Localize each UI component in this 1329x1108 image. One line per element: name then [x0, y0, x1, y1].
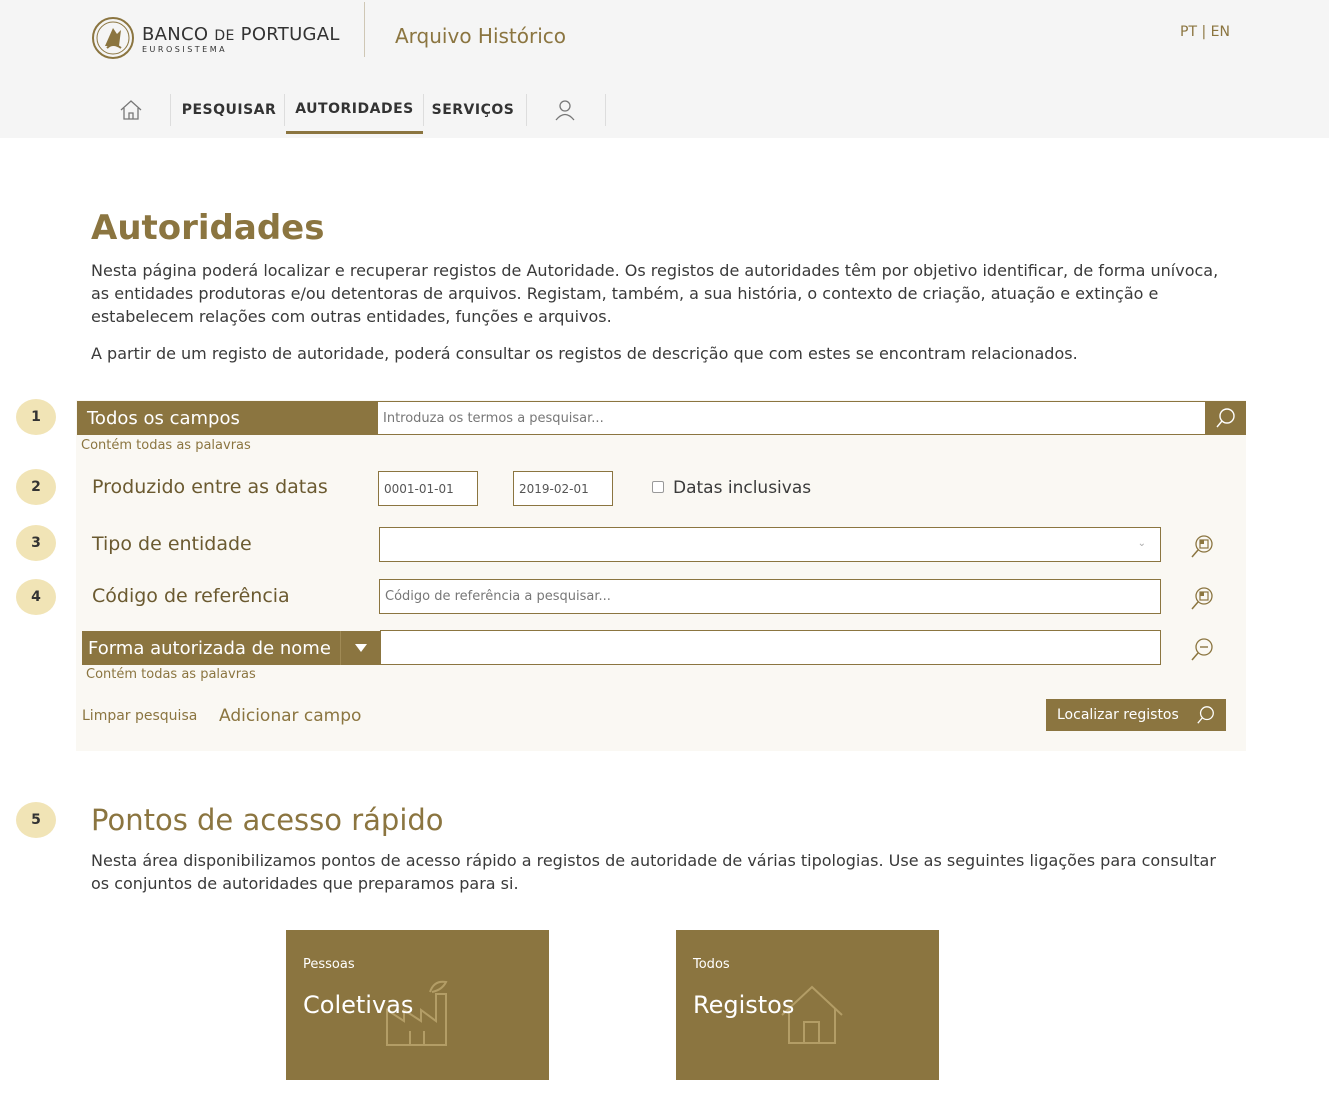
search-icon: [1197, 706, 1214, 724]
tile-todos-registos[interactable]: Todos Registos: [676, 930, 939, 1080]
header-divider: [364, 2, 365, 57]
clear-search-link[interactable]: Limpar pesquisa: [82, 708, 197, 724]
inclusive-dates-label: Datas inclusivas: [673, 478, 812, 498]
bank-logo-icon[interactable]: [91, 16, 135, 60]
add-field-link[interactable]: Adicionar campo: [219, 706, 361, 726]
dates-label: Produzido entre as datas: [92, 476, 328, 498]
page-title: Autoridades: [91, 208, 325, 248]
name-field-input[interactable]: [380, 630, 1161, 665]
home-icon: [120, 100, 142, 120]
inclusive-dates-checkbox[interactable]: [652, 481, 664, 493]
step-badge-1: 1: [16, 399, 56, 435]
quick-access-title: Pontos de acesso rápido: [91, 803, 444, 837]
entity-type-label: Tipo de entidade: [92, 533, 252, 555]
brand-word-portugal: PORTUGAL: [240, 24, 340, 45]
nav-separator: [423, 94, 424, 126]
chevron-down-icon: ⌄: [1137, 538, 1146, 549]
tile-title: Registos: [693, 991, 795, 1019]
nav-separator: [526, 94, 527, 126]
ref-code-input[interactable]: Código de referência a pesquisar...: [379, 579, 1161, 614]
tile-pessoas-coletivas[interactable]: Pessoas Coletivas: [286, 930, 549, 1080]
step-badge-3: 3: [16, 525, 56, 561]
nav-user[interactable]: [532, 86, 598, 134]
nav-separator: [284, 94, 285, 126]
all-fields-hint: Contém todas as palavras: [81, 438, 251, 453]
nav-servicos[interactable]: SERVIÇOS: [426, 86, 520, 134]
step-badge-2: 2: [16, 469, 56, 505]
brand-word-de: DE: [214, 28, 235, 44]
lang-separator: |: [1197, 24, 1211, 40]
brand-subtitle: EUROSISTEMA: [142, 45, 228, 54]
name-field-dropdown[interactable]: [340, 631, 380, 665]
date-from-input[interactable]: 0001-01-01: [378, 471, 478, 506]
step-badge-4: 4: [16, 579, 56, 615]
lang-en-link[interactable]: EN: [1211, 24, 1230, 40]
entity-type-select[interactable]: ⌄: [379, 527, 1161, 562]
language-switcher: PT | EN: [1180, 24, 1230, 40]
tile-title: Coletivas: [303, 991, 414, 1019]
archive-title[interactable]: Arquivo Histórico: [395, 24, 566, 48]
all-fields-search-input[interactable]: Introduza os termos a pesquisar...: [377, 401, 1206, 435]
date-to-input[interactable]: 2019-02-01: [513, 471, 613, 506]
tile-subtitle: Pessoas: [303, 957, 355, 972]
quick-access-text: Nesta área disponibilizamos pontos de ac…: [91, 851, 1216, 893]
page-intro: Nesta página poderá localizar e recupera…: [91, 261, 1219, 326]
page-intro-secondary: A partir de um registo de autoridade, po…: [91, 344, 1078, 363]
locate-records-button[interactable]: Localizar registos: [1046, 699, 1226, 731]
lang-pt-link[interactable]: PT: [1180, 24, 1197, 40]
nav-home[interactable]: [96, 86, 166, 134]
brand-word-banco: BANCO: [142, 24, 209, 45]
tile-subtitle: Todos: [693, 957, 730, 972]
brand-name[interactable]: BANCO DE PORTUGAL: [142, 24, 340, 45]
ref-code-label: Código de referência: [92, 585, 290, 607]
caret-down-icon: [354, 644, 367, 652]
name-field-label: Forma autorizada de nome: [82, 631, 340, 665]
nav-pesquisar[interactable]: PESQUISAR: [174, 86, 284, 134]
nav-separator: [605, 94, 606, 126]
step-badge-5: 5: [16, 802, 56, 838]
remove-field-icon[interactable]: [1188, 635, 1216, 663]
locate-records-label: Localizar registos: [1057, 707, 1179, 723]
entity-type-lookup-icon[interactable]: [1188, 532, 1216, 560]
ref-code-lookup-icon[interactable]: [1188, 584, 1216, 612]
site-header: BANCO DE PORTUGAL EUROSISTEMA Arquivo Hi…: [0, 0, 1329, 138]
all-fields-label: Todos os campos: [77, 401, 377, 435]
nav-separator: [170, 94, 171, 126]
nav-autoridades[interactable]: AUTORIDADES: [286, 86, 423, 134]
all-fields-search-button[interactable]: [1206, 401, 1246, 435]
user-icon: [555, 100, 575, 121]
name-field-hint: Contém todas as palavras: [86, 667, 256, 682]
search-icon: [1216, 408, 1235, 428]
